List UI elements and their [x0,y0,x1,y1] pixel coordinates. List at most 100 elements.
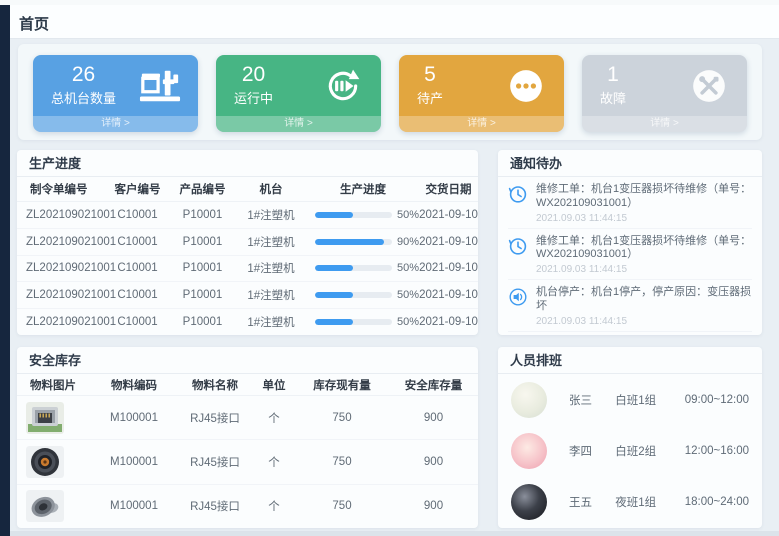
customer-no-cell: C10001 [105,262,170,274]
delivery-date-cell: 2021-09-10 [419,236,478,248]
machine-cell: 1#注塑机 [235,260,307,276]
inventory-column-header: 物料名称 [177,377,253,393]
inventory-table-header: 物料图片物料编码物料名称单位库存现有量安全库存量 [17,374,478,396]
progress-cell: 50% [307,316,419,328]
clock-icon [508,184,528,204]
progress-bar [315,239,392,245]
inventory-column-header: 物料编码 [91,377,177,393]
stat-card-label: 运行中 [234,88,273,107]
material-name-cell: RJ45接口 [177,410,253,426]
machine-icon [138,67,182,105]
round-speaker-image [26,446,64,478]
progress-cell: 50% [307,209,419,221]
stat-card-detail-link[interactable]: 详情 > [216,116,381,132]
production-row: ZL202109021001C10001P100011#注塑机50%2021-0… [17,202,478,229]
shift-label: 白班1组 [615,392,684,408]
stat-card-fault[interactable]: 1 故障详情 > [582,55,747,132]
notification-item[interactable]: 计划暂停：机台1生产计划已暂停2021.09.03 11:44:15 [508,332,752,336]
stat-card-label: 总机台数量 [51,88,116,107]
schedule-row: 王五夜班1组18:00~24:00 [498,477,762,528]
progress-percent: 50% [397,209,419,221]
machine-cell: 1#注塑机 [235,287,307,303]
customer-no-cell: C10001 [105,236,170,248]
stat-card-value: 1 [600,64,626,86]
notification-text: 机台停产：机台1停产，停产原因：变压器损坏 [536,286,752,314]
schedule-list: 张三白班1组09:00~12:00李四白班2组12:00~16:00王五夜班1组… [498,374,762,528]
notification-item[interactable]: 机台停产：机台1停产，停产原因：变压器损坏2021.09.03 11:44:15 [508,280,752,332]
production-column-header: 生产进度 [307,181,419,197]
worker-name: 王五 [569,494,615,510]
inventory-row: M100001RJ45接口个750900 [17,396,478,440]
notification-time: 2021.09.03 11:44:15 [536,264,752,275]
stat-card-pending[interactable]: 5待产详情 > [399,55,564,132]
stat-card-body: 26 总机台数量 [33,55,198,116]
order-no-cell: ZL202109021001 [17,262,105,274]
page-header: 首页 [10,5,779,39]
delivery-date-cell: 2021-09-10 [419,209,478,221]
production-column-header: 制令单编号 [17,181,105,197]
stat-card-text: 5待产 [417,64,443,107]
production-row: ZL202109021001C10001P100011#注塑机50%2021-0… [17,309,478,335]
material-name-cell: RJ45接口 [177,498,253,514]
stat-cards-panel: 26总机台数量详情 >20运行中详情 >5待产详情 >1故障详情 > [18,44,762,140]
safety-stock-cell: 900 [389,456,478,468]
inventory-panel-title: 安全库存 [17,347,478,374]
rj45-connector-image [26,402,64,434]
inventory-table-rows: M100001RJ45接口个750900M100001RJ45接口个750900… [17,396,478,528]
inventory-panel: 安全库存 物料图片物料编码物料名称单位库存现有量安全库存量 M100001RJ4… [17,347,478,528]
order-no-cell: ZL202109021001 [17,236,105,248]
safety-stock-cell: 900 [389,500,478,512]
production-table-header: 制令单编号客户编号产品编号机台生产进度交货日期 [17,177,478,202]
stat-card-value: 26 [51,64,116,86]
stat-card-total-machines[interactable]: 26 总机台数量详情 > [33,55,198,132]
stat-card-detail-link[interactable]: 详情 > [33,116,198,132]
material-code-cell: M100001 [91,412,177,424]
notification-item[interactable]: 维修工单：机台1变压器损坏待维修（单号：WX202109031001）2021.… [508,177,752,229]
notification-text: 维修工单：机台1变压器损坏待维修（单号：WX202109031001） [536,235,752,263]
worker-name: 李四 [569,443,615,459]
stat-card-value: 20 [234,64,273,86]
shift-time: 18:00~24:00 [685,496,749,508]
production-row: ZL202109021001C10001P100011#注塑机90%2021-0… [17,229,478,256]
product-no-cell: P10001 [170,236,235,248]
material-image-cell [17,402,91,434]
inventory-row: M100001RJ45接口个750900 [17,485,478,528]
dashboard-screen: 首页 26总机台数量详情 >20运行中详情 >5待产详情 >1故障详情 > 生产… [0,0,779,536]
shift-label: 夜班1组 [615,494,684,510]
progress-percent: 50% [397,316,419,328]
product-no-cell: P10001 [170,262,235,274]
production-row: ZL202109021001C10001P100011#注塑机50%2021-0… [17,282,478,309]
schedule-panel-title: 人员排班 [498,347,762,374]
shift-label: 白班2组 [615,443,684,459]
progress-percent: 90% [397,236,419,248]
notification-item[interactable]: 维修工单：机台1变压器损坏待维修（单号：WX202109031001）2021.… [508,229,752,281]
stat-card-body: 20 运行中 [216,55,381,116]
avatar [511,433,547,469]
customer-no-cell: C10001 [105,289,170,301]
stat-card-detail-link[interactable]: 详情 > [582,116,747,132]
fault-icon [687,67,731,105]
product-no-cell: P10001 [170,316,235,328]
material-image-cell [17,446,91,478]
inventory-column-header: 安全库存量 [389,377,478,393]
notification-body: 维修工单：机台1变压器损坏待维修（单号：WX202109031001）2021.… [536,183,752,224]
stat-card-running[interactable]: 20 运行中详情 > [216,55,381,132]
schedule-row: 李四白班2组12:00~16:00 [498,425,762,476]
inventory-column-header: 单位 [253,377,295,393]
inventory-column-header: 物料图片 [17,377,91,393]
inventory-column-header: 库存现有量 [295,377,389,393]
progress-cell: 50% [307,262,419,274]
schedule-panel: 人员排班 张三白班1组09:00~12:00李四白班2组12:00~16:00王… [498,347,762,528]
notification-body: 维修工单：机台1变压器损坏待维修（单号：WX202109031001）2021.… [536,235,752,276]
running-icon [321,67,365,105]
unit-cell: 个 [253,454,295,470]
inventory-row: M100001RJ45接口个750900 [17,440,478,484]
stat-card-body: 5待产 [399,55,564,116]
stat-card-label: 故障 [600,88,626,107]
material-code-cell: M100001 [91,456,177,468]
stat-card-detail-link[interactable]: 详情 > [399,116,564,132]
production-row: ZL202109021001C10001P100011#注塑机50%2021-0… [17,256,478,283]
clock-icon [508,236,528,256]
delivery-date-cell: 2021-09-10 [419,262,478,274]
shift-time: 12:00~16:00 [685,445,749,457]
